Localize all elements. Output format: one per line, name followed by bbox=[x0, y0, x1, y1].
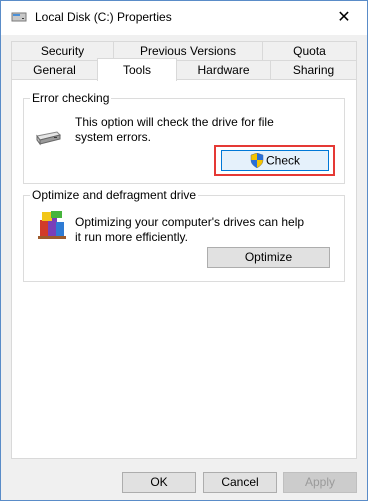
defrag-icon bbox=[36, 210, 68, 242]
title-bar: Local Disk (C:) Properties ✕ bbox=[1, 1, 367, 35]
error-checking-title: Error checking bbox=[30, 91, 112, 105]
window-title: Local Disk (C:) Properties bbox=[35, 10, 172, 24]
tools-panel: Error checking This option will check th… bbox=[11, 79, 357, 459]
tab-general[interactable]: General bbox=[11, 60, 98, 79]
shield-icon bbox=[250, 153, 264, 169]
ok-button[interactable]: OK bbox=[122, 472, 196, 493]
apply-button[interactable]: Apply bbox=[283, 472, 357, 493]
optimize-title: Optimize and defragment drive bbox=[30, 188, 199, 202]
dialog-footer: OK Cancel Apply bbox=[1, 460, 367, 500]
drive-icon bbox=[35, 130, 61, 146]
optimize-button[interactable]: Optimize bbox=[207, 247, 330, 268]
tab-sharing[interactable]: Sharing bbox=[270, 60, 357, 79]
check-button[interactable]: Check bbox=[221, 150, 329, 171]
check-button-label: Check bbox=[265, 153, 300, 168]
error-checking-group: Error checking This option will check th… bbox=[23, 91, 345, 184]
cancel-button[interactable]: Cancel bbox=[203, 472, 277, 493]
tab-quota[interactable]: Quota bbox=[262, 41, 357, 60]
optimize-description: Optimizing your computer's drives can he… bbox=[75, 215, 305, 244]
properties-window: Local Disk (C:) Properties ✕ Security Pr… bbox=[0, 0, 368, 501]
drive-title-icon bbox=[11, 11, 27, 24]
tab-tools[interactable]: Tools bbox=[97, 58, 177, 81]
close-button[interactable]: ✕ bbox=[321, 1, 367, 32]
optimize-group: Optimize and defragment drive Optimizing… bbox=[23, 188, 345, 282]
close-icon: ✕ bbox=[337, 8, 351, 26]
tab-hardware[interactable]: Hardware bbox=[176, 60, 271, 79]
error-checking-description: This option will check the drive for fil… bbox=[75, 115, 274, 144]
